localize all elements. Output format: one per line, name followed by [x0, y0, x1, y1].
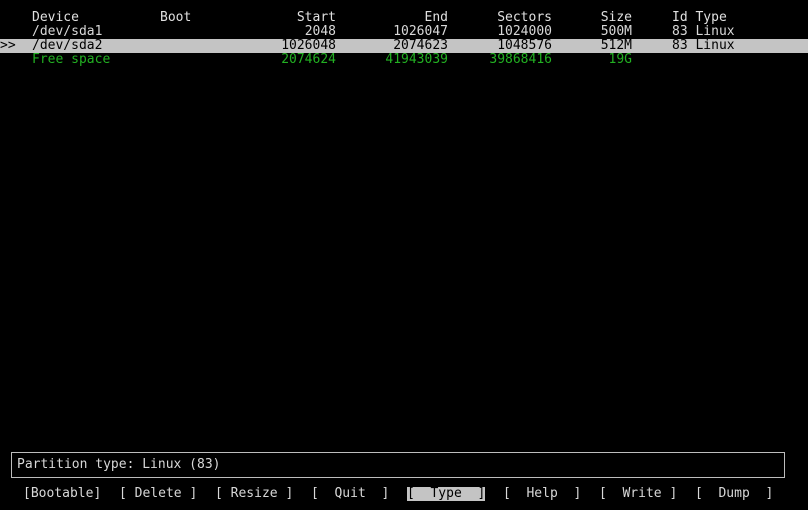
- delete-button[interactable]: [ Delete ]: [119, 487, 197, 501]
- partition-table-header: Device Boot Start End Sectors Size Id Ty…: [0, 11, 808, 25]
- status-text: Partition type: Linux (83): [17, 457, 221, 472]
- help-button[interactable]: [ Help ]: [503, 487, 581, 501]
- terminal-window: Device Boot Start End Sectors Size Id Ty…: [0, 0, 808, 510]
- row-size: 512M: [600, 38, 632, 53]
- row-id-type: 83 Linux: [672, 38, 735, 53]
- row-sectors: 39868416: [489, 52, 552, 67]
- action-menu-bar: [Bootable] [ Delete ] [ Resize ] [ Quit …: [0, 487, 808, 501]
- row-id-type: 83 Linux: [672, 24, 735, 39]
- row-end: 1026047: [393, 24, 448, 39]
- header-id-type: Id Type: [672, 10, 727, 25]
- type-button[interactable]: [ Type ]: [407, 487, 486, 501]
- bootable-button[interactable]: [Bootable]: [23, 487, 101, 501]
- row-start: 2074624: [281, 52, 336, 67]
- header-end: End: [424, 10, 448, 25]
- table-row-free-space[interactable]: Free space 2074624 41943039 39868416 19G: [0, 53, 808, 67]
- header-sectors: Sectors: [497, 10, 552, 25]
- header-start: Start: [296, 10, 336, 25]
- row-size: 19G: [608, 52, 632, 67]
- row-start: 2048: [304, 24, 336, 39]
- table-row-sda1[interactable]: /dev/sda1 2048 1026047 1024000 500M 83 L…: [0, 25, 808, 39]
- row-sectors: 1048576: [497, 38, 552, 53]
- write-button[interactable]: [ Write ]: [599, 487, 677, 501]
- quit-button[interactable]: [ Quit ]: [311, 487, 389, 501]
- row-device: /dev/sda2: [32, 38, 103, 53]
- header-boot: Boot: [160, 10, 192, 25]
- row-start: 1026048: [281, 38, 336, 53]
- header-device: Device: [32, 10, 79, 25]
- row-end: 2074623: [393, 38, 448, 53]
- row-pointer: >>: [0, 38, 16, 53]
- row-device: Free space: [32, 52, 111, 67]
- table-row-sda2-selected[interactable]: >> /dev/sda2 1026048 2074623 1048576 512…: [0, 39, 808, 53]
- header-size: Size: [600, 10, 632, 25]
- dump-button[interactable]: [ Dump ]: [695, 487, 773, 501]
- row-size: 500M: [600, 24, 632, 39]
- status-box: Partition type: Linux (83): [11, 452, 785, 478]
- row-sectors: 1024000: [497, 24, 552, 39]
- resize-button[interactable]: [ Resize ]: [215, 487, 293, 501]
- row-end: 41943039: [385, 52, 448, 67]
- row-device: /dev/sda1: [32, 24, 103, 39]
